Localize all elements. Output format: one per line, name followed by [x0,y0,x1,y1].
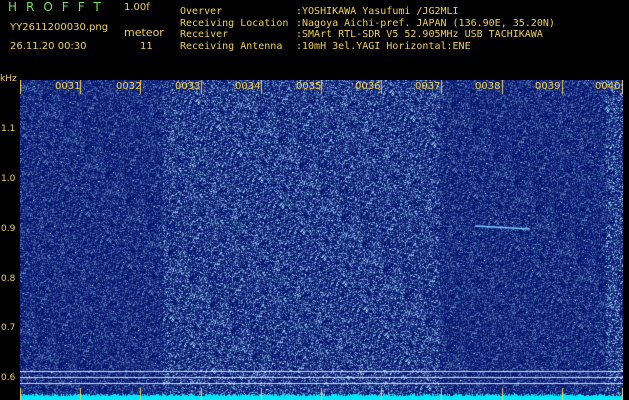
x-tick-label: 0031 [55,81,81,92]
info-row-receiver: Receiver :SMArt RTL-SDR V5 52.905MHz USB… [180,29,555,41]
info-key: Receiver [180,29,229,41]
x-tick-label: 0038 [475,81,501,92]
info-key: Receiving Antenna [180,40,283,52]
capture-datetime: 26.11.20 00:30 [10,41,87,52]
info-value: :Nagoya Aichi-pref. JAPAN (136.90E, 35.2… [296,17,555,29]
app-brand: HROFFT [8,0,110,14]
x-tick-label: 0034 [235,81,261,92]
x-tick-label: 0037 [415,81,441,92]
x-tick-label: 0039 [535,81,561,92]
y-tick-label: 0.6 [1,373,16,383]
y-tick-label: 1.1 [1,124,16,134]
info-value: :SMArt RTL-SDR V5 52.905MHz USB TACHIKAW… [296,29,543,41]
meteor-label: meteor [124,26,164,39]
y-axis: 1.1 1.0 0.9 0.8 0.7 0.6 [0,0,20,400]
info-value: :YOSHIKAWA Yasufumi /JG2MLI [296,6,459,17]
info-row-location: Receiving Location :Nagoya Aichi-pref. J… [180,18,555,30]
y-tick-label: 0.7 [1,323,16,333]
image-filename: YY2611200030.png [10,22,109,33]
info-key: Receiving Location [180,17,289,29]
x-tick-label: 0036 [355,81,381,92]
info-row-observer: Overver :YOSHIKAWA Yasufumi /JG2MLI [180,6,555,18]
info-value: :10mH 3el.YAGI Horizontal:ENE [296,40,471,52]
y-tick-label: 0.9 [1,224,16,234]
x-tick-label: 0032 [116,81,142,92]
meteor-count: 11 [140,41,153,52]
app-version: 1.00f [124,2,150,13]
x-tick-label: 0033 [175,81,201,92]
x-tick-label: 0040 [595,81,621,92]
y-tick-label: 1.0 [1,174,16,184]
info-key: Overver [180,6,223,17]
info-row-antenna: Receiving Antenna :10mH 3el.YAGI Horizon… [180,41,555,53]
y-tick-label: 0.8 [1,274,16,284]
x-tick-label: 0035 [296,81,322,92]
station-info: Overver :YOSHIKAWA Yasufumi /JG2MLI Rece… [180,6,555,52]
spectrogram [20,80,623,400]
